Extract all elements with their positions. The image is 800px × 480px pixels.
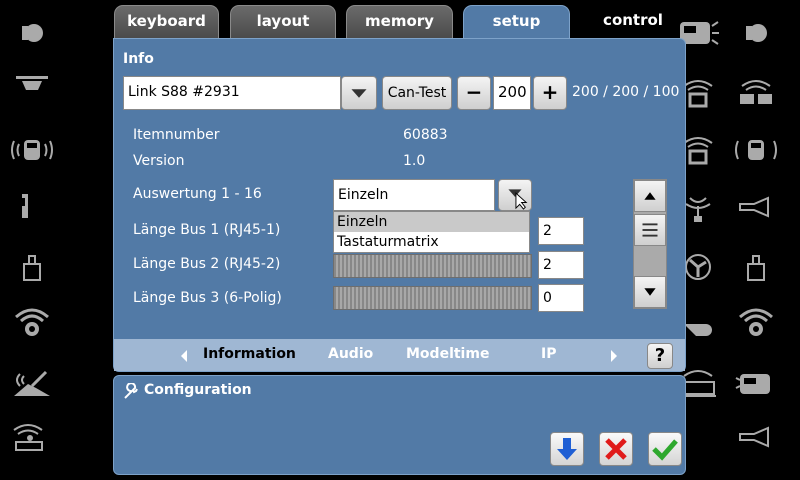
bus2-label: Länge Bus 2 (RJ45-2) [133,256,281,272]
arrow-down-icon [644,288,656,296]
weight-icon[interactable] [10,250,54,284]
confirm-button[interactable] [648,432,682,466]
scrollbar[interactable] [633,179,667,309]
tab-memory[interactable]: memory [346,5,453,39]
radio-signal-icon-right[interactable] [734,305,778,339]
tab-audio[interactable]: Audio [328,346,373,362]
coupler-icon[interactable] [10,190,54,224]
menu-lines-icon [642,223,658,237]
auswertung-label: Auswertung 1 - 16 [133,186,262,202]
auswertung-select[interactable]: Einzeln [333,179,495,211]
tab-prev-arrow-icon[interactable] [178,347,190,369]
close-icon [605,438,627,460]
dropdown-option-tastaturmatrix[interactable]: Tastaturmatrix [334,232,529,252]
device-select-dropdown-button[interactable] [341,76,377,110]
plus-button[interactable]: + [533,76,567,110]
tab-layout[interactable]: layout [230,5,336,39]
bus2-slider[interactable] [333,254,532,278]
version-value: 1.0 [403,153,426,169]
cancel-button[interactable] [599,432,633,466]
itemnumber-value: 60883 [403,127,448,143]
bus1-label: Länge Bus 1 (RJ45-1) [133,222,281,238]
version-label: Version [133,153,185,169]
help-button[interactable]: ? [647,343,673,369]
tab-keyboard[interactable]: keyboard [114,5,219,39]
locomotive-signal-icon[interactable] [10,133,54,167]
locomotive-lights-icon-2[interactable] [734,366,778,400]
count-input[interactable]: 200 [493,76,531,110]
speaker-icon-right[interactable] [734,16,778,50]
minus-button[interactable]: − [457,76,491,110]
counts-readout: 200 / 200 / 100 [572,84,680,100]
right-sidebar [680,0,800,480]
radio-signal-icon[interactable] [10,305,54,339]
info-header: Info [123,51,154,67]
speaker-icon[interactable] [10,16,54,50]
tab-control[interactable]: control [580,5,686,39]
shovel-icon[interactable] [10,366,54,400]
tab-setup[interactable]: setup [463,5,570,41]
tab-next-arrow-icon[interactable] [608,347,620,369]
arrow-down-icon [557,438,577,460]
tab-ip[interactable]: IP [541,346,556,362]
configuration-title: Configuration [144,382,252,398]
scroll-thumb[interactable] [634,214,666,246]
auswertung-dropdown-list: Einzeln Tastaturmatrix [333,211,530,253]
tab-modeltime[interactable]: Modeltime [406,346,489,362]
bus2-input[interactable]: 2 [538,251,584,279]
dropdown-option-einzeln[interactable]: Einzeln [334,212,529,232]
tab-information[interactable]: Information [203,346,296,362]
bus3-slider[interactable] [333,286,532,310]
radio-coupler-icon[interactable] [734,76,778,110]
chevron-down-icon [508,189,528,210]
chevron-down-icon [351,89,367,98]
can-test-button[interactable]: Can-Test [382,76,452,110]
locomotive-signal-icon-right[interactable] [734,133,778,167]
scroll-down-button[interactable] [634,276,666,308]
checkmark-icon [652,439,678,461]
download-button[interactable] [550,432,584,466]
arrow-up-icon [644,192,656,200]
ceiling-light-icon[interactable] [10,68,54,102]
bus3-input[interactable]: 0 [538,284,584,312]
crane-signal-icon[interactable] [10,420,54,454]
auswertung-dropdown-button[interactable] [498,179,532,211]
device-select[interactable]: Link S88 #2931 [123,76,341,110]
scroll-up-button[interactable] [634,180,666,212]
horn-icon[interactable] [734,190,778,224]
weight-icon-right[interactable] [734,250,778,284]
horn-icon-2[interactable] [734,420,778,454]
bottom-tab-bar [114,339,685,371]
left-sidebar [0,0,110,480]
bus1-input[interactable]: 2 [538,217,584,245]
bus3-label: Länge Bus 3 (6-Polig) [133,290,282,306]
wrench-icon [122,382,140,405]
itemnumber-label: Itemnumber [133,127,220,143]
